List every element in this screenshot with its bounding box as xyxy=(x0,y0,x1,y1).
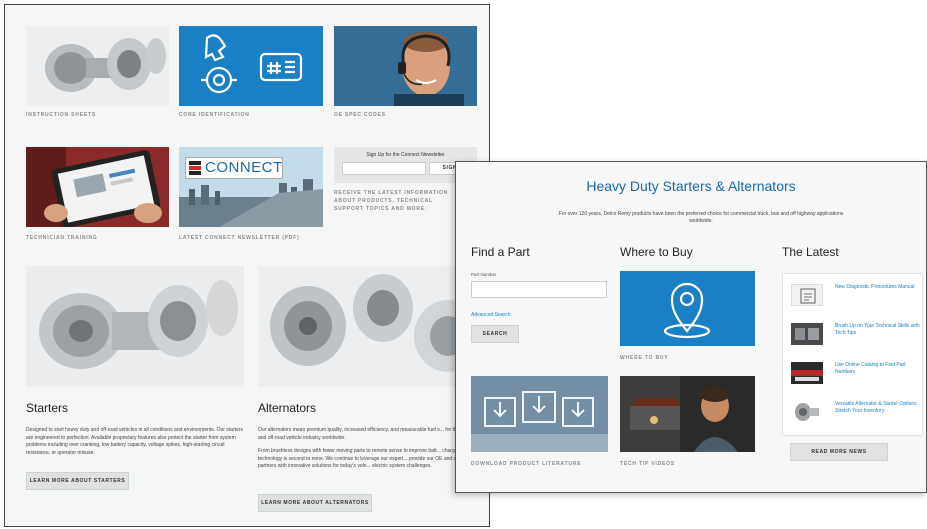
starters-image xyxy=(26,266,244,387)
download-literature-image[interactable] xyxy=(471,376,608,452)
starters-description: Designed to start heavy duty and off-roa… xyxy=(26,427,243,456)
search-button[interactable]: SEARCH xyxy=(471,325,519,343)
where-to-buy-image[interactable] xyxy=(620,271,755,346)
connect-newsletter-image[interactable]: CONNECT xyxy=(179,147,323,227)
news-item[interactable]: Use Online Catalog to Find Part Numbers xyxy=(791,360,921,390)
document-icon xyxy=(791,284,823,306)
part-number-input[interactable] xyxy=(471,281,607,298)
tech-tip-videos-caption[interactable]: TECH TIP VIDEOS xyxy=(620,461,675,467)
alternators-description-1: Our alternators mean premium quality, in… xyxy=(258,427,487,441)
news-item[interactable]: New Diagnostic Procedures Manual xyxy=(791,282,921,312)
starters-title: Starters xyxy=(26,401,69,415)
newsletter-heading: Sign Up for the Connect Newsletter xyxy=(366,152,445,158)
alternators-title: Alternators xyxy=(258,401,317,415)
advanced-search-link[interactable]: Advanced Search xyxy=(471,312,510,318)
alternators-description-2: From brushless designs with fewer moving… xyxy=(258,448,479,469)
page-title: Heavy Duty Starters & Alternators xyxy=(586,178,796,194)
alternator-thumbnail xyxy=(791,401,823,423)
tech-tips-thumbnail xyxy=(791,323,823,345)
news-title[interactable]: Versatile Alternator & Starter Options S… xyxy=(835,401,923,415)
find-part-heading: Find a Part xyxy=(471,245,530,259)
connect-logo-icon xyxy=(189,161,201,175)
core-identification-image[interactable] xyxy=(179,26,323,106)
connect-logo-box: CONNECT xyxy=(185,157,283,179)
connect-logo-text: CONNECT xyxy=(205,159,283,176)
tile-caption[interactable]: TECHNICIAN TRAINING xyxy=(26,235,98,241)
tech-tip-videos-image[interactable] xyxy=(620,376,755,452)
core-id-icons xyxy=(201,34,303,94)
instruction-sheets-image[interactable] xyxy=(26,26,169,106)
page-intro: For over 120 years, Delco Remy products … xyxy=(558,211,844,224)
news-title[interactable]: Use Online Catalog to Find Part Numbers xyxy=(835,362,923,376)
learn-more-starters-button[interactable]: LEARN MORE ABOUT STARTERS xyxy=(26,472,129,490)
online-catalog-thumbnail xyxy=(791,362,823,384)
read-more-news-button[interactable]: READ MORE NEWS xyxy=(790,443,888,461)
tile-caption[interactable]: CORE IDENTIFICATION xyxy=(179,112,250,118)
oe-spec-codes-image[interactable] xyxy=(334,26,477,106)
tile-caption[interactable]: LATEST CONNECT NEWSLETTER (PDF) xyxy=(179,235,300,241)
location-pin-icon xyxy=(663,282,711,339)
learn-more-alternators-button[interactable]: LEARN MORE ABOUT ALTERNATORS xyxy=(258,494,372,512)
the-latest-heading: The Latest xyxy=(782,245,839,259)
newsletter-email-input[interactable] xyxy=(342,162,426,175)
tile-caption[interactable]: OE SPEC CODES xyxy=(334,112,386,118)
where-to-buy-heading: Where to Buy xyxy=(620,245,693,259)
tile-caption[interactable]: INSTRUCTION SHEETS xyxy=(26,112,96,118)
technician-training-image[interactable] xyxy=(26,147,169,227)
foreground-page-window: Heavy Duty Starters & Alternators For ov… xyxy=(455,161,927,493)
newsletter-description: RECEIVE THE LATEST INFORMATION ABOUT PRO… xyxy=(334,190,449,212)
background-page-window: INSTRUCTION SHEETS CORE IDENTIFICATION O… xyxy=(4,4,490,527)
news-item[interactable]: Versatile Alternator & Starter Options S… xyxy=(791,399,921,429)
news-list: New Diagnostic Procedures Manual Brush U… xyxy=(782,273,923,436)
part-number-label: Part Number xyxy=(471,272,497,277)
download-literature-caption[interactable]: DOWNLOAD PRODUCT LITERATURE xyxy=(471,461,581,467)
news-title[interactable]: New Diagnostic Procedures Manual xyxy=(835,284,923,291)
news-item[interactable]: Brush Up on Your Technical Skills with T… xyxy=(791,321,921,351)
where-to-buy-caption[interactable]: WHERE TO BUY xyxy=(620,355,668,361)
news-title[interactable]: Brush Up on Your Technical Skills with T… xyxy=(835,323,923,337)
